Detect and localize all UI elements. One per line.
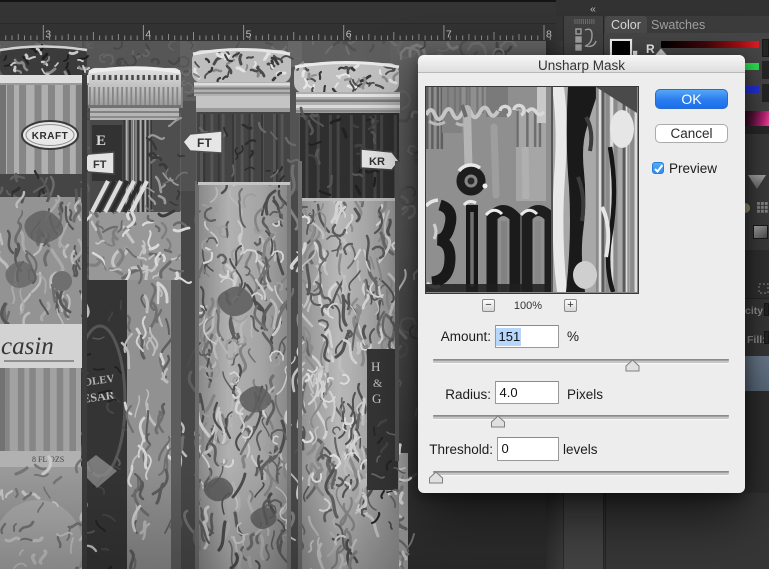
svg-text:7: 7 (446, 29, 452, 41)
svg-text:8: 8 (546, 29, 552, 41)
svg-text:4: 4 (145, 29, 151, 41)
svg-text:5: 5 (246, 29, 252, 41)
svg-text:3: 3 (45, 29, 51, 41)
svg-text:6: 6 (346, 29, 352, 41)
